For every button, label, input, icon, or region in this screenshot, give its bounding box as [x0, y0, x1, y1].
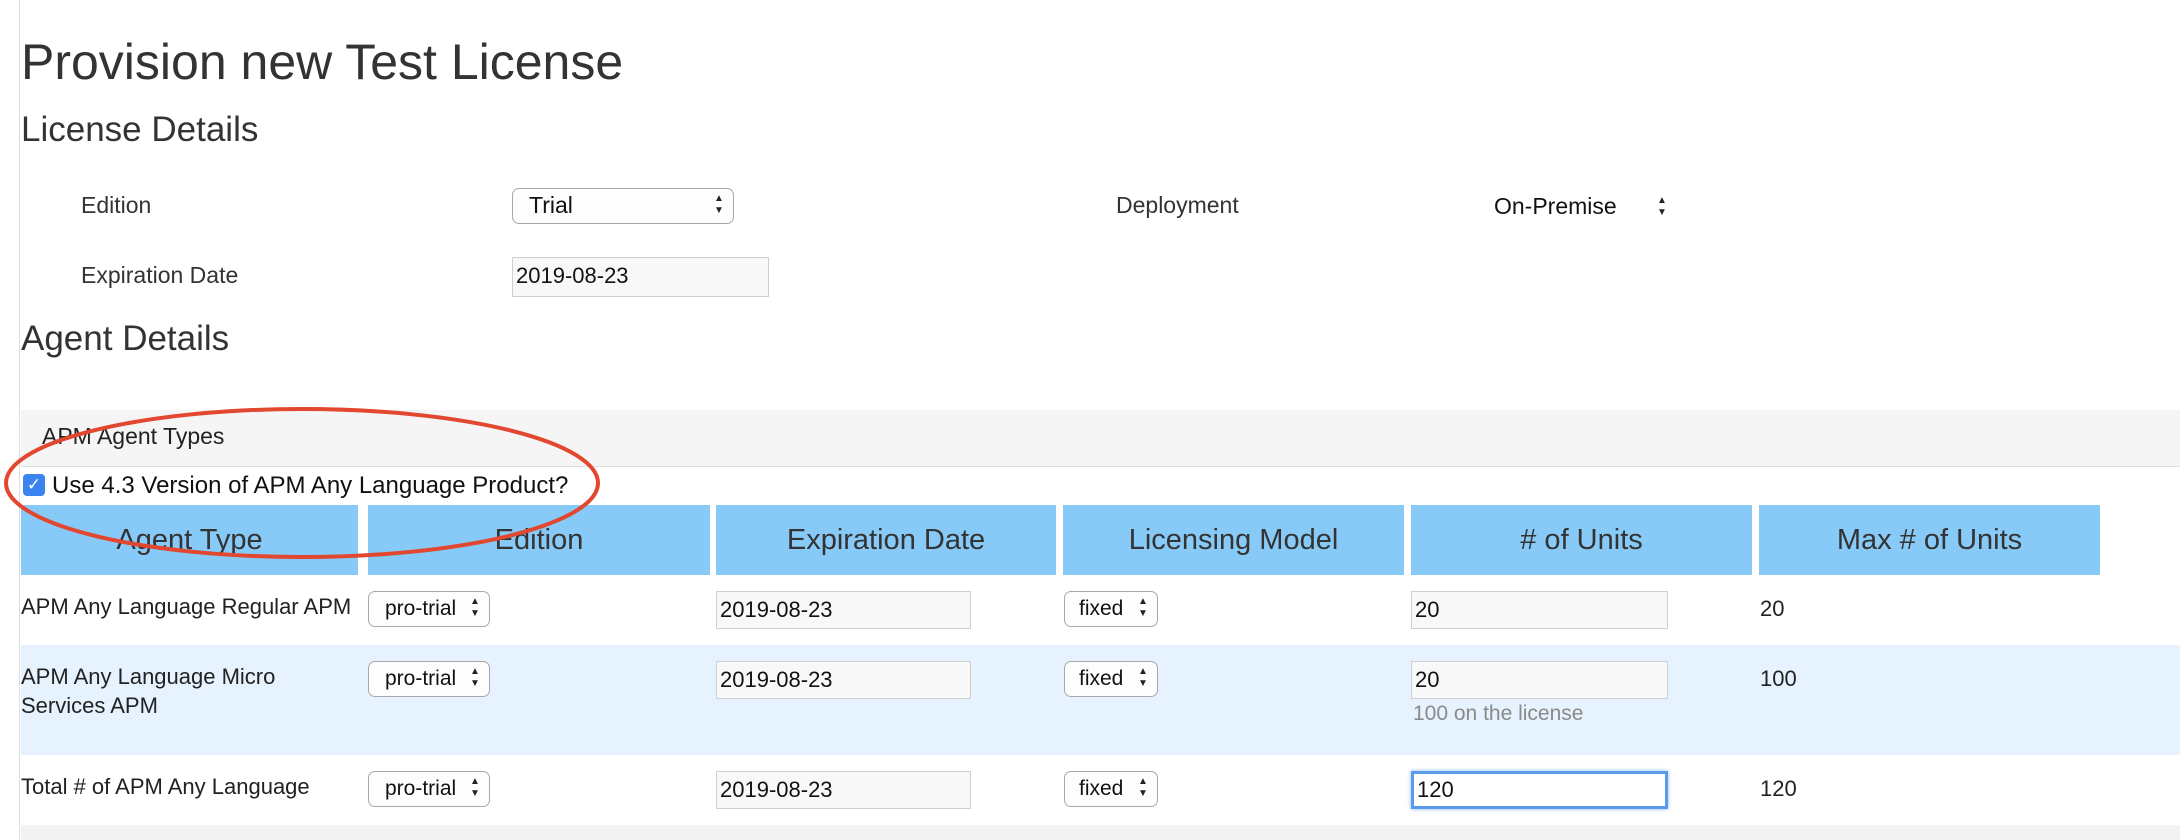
licensing-model-value: fixed — [1079, 667, 1124, 690]
select-arrows-icon: ▲ ▼ — [1657, 195, 1667, 218]
deployment-select[interactable]: On-Premise ▲ ▼ — [1494, 188, 1676, 224]
edition-select[interactable]: pro-trial ▲ ▼ — [368, 771, 490, 807]
units-hint: 100 on the license — [1413, 702, 1584, 725]
agent-type-cell: APM Any Language Regular APM — [21, 594, 352, 619]
deployment-select-value: On-Premise — [1494, 193, 1617, 219]
apm-agent-types-panel-header — [21, 410, 2180, 467]
agent-type-cell-line2: Services APM — [21, 693, 158, 718]
edition-select[interactable]: Trial ▲ ▼ — [512, 188, 734, 224]
agent-details-heading: Agent Details — [21, 319, 230, 358]
select-arrows-icon: ▲ ▼ — [1138, 596, 1148, 619]
licensing-model-value: fixed — [1079, 597, 1124, 620]
select-arrows-icon: ▲ ▼ — [1138, 666, 1148, 689]
table-footer-strip — [21, 825, 2180, 840]
select-arrows-icon: ▲ ▼ — [470, 666, 480, 689]
edition-select[interactable]: pro-trial ▲ ▼ — [368, 591, 490, 627]
column-header-max-units: Max # of Units — [1759, 505, 2100, 575]
select-arrows-icon: ▲ ▼ — [714, 193, 724, 216]
edition-select-value: Trial — [529, 192, 573, 218]
expiration-date-input[interactable]: 2019-08-23 — [716, 661, 971, 699]
edition-label: Edition — [81, 192, 152, 218]
column-header-edition: Edition — [368, 505, 710, 575]
max-units-value: 100 — [1760, 666, 1797, 691]
max-units-value: 120 — [1760, 776, 1797, 801]
total-units-input[interactable]: 120 — [1411, 771, 1668, 809]
use-43-version-checkbox[interactable]: ✓ — [23, 474, 45, 496]
expiration-date-input[interactable]: 2019-08-23 — [716, 591, 971, 629]
column-header-units: # of Units — [1411, 505, 1752, 575]
licensing-model-select[interactable]: fixed ▲ ▼ — [1064, 591, 1158, 627]
column-header-agent-type: Agent Type — [21, 505, 358, 575]
units-input[interactable]: 20 — [1411, 591, 1668, 629]
licensing-model-value: fixed — [1079, 777, 1124, 800]
agent-type-cell: Total # of APM Any Language — [21, 774, 310, 799]
column-header-licensing-model: Licensing Model — [1063, 505, 1404, 575]
deployment-label: Deployment — [1116, 192, 1239, 218]
licensing-model-select[interactable]: fixed ▲ ▼ — [1064, 661, 1158, 697]
apm-agent-types-title: APM Agent Types — [42, 423, 225, 449]
select-arrows-icon: ▲ ▼ — [470, 776, 480, 799]
column-header-expiration-date: Expiration Date — [716, 505, 1056, 575]
use-43-version-label[interactable]: Use 4.3 Version of APM Any Language Prod… — [52, 470, 568, 502]
agent-type-cell-line1: APM Any Language Micro — [21, 664, 276, 689]
units-input[interactable]: 20 — [1411, 661, 1668, 699]
expiration-date-input[interactable]: 2019-08-23 — [512, 257, 769, 297]
edition-select[interactable]: pro-trial ▲ ▼ — [368, 661, 490, 697]
licensing-model-select[interactable]: fixed ▲ ▼ — [1064, 771, 1158, 807]
license-details-heading: License Details — [21, 110, 259, 149]
expiration-date-input[interactable]: 2019-08-23 — [716, 771, 971, 809]
max-units-value: 20 — [1760, 596, 1785, 621]
select-arrows-icon: ▲ ▼ — [470, 596, 480, 619]
select-arrows-icon: ▲ ▼ — [1138, 776, 1148, 799]
edition-select-value: pro-trial — [385, 777, 457, 800]
page-left-border — [19, 0, 20, 840]
checkmark-icon: ✓ — [26, 475, 42, 494]
expiration-date-label: Expiration Date — [81, 262, 239, 288]
edition-select-value: pro-trial — [385, 597, 457, 620]
page-title: Provision new Test License — [21, 34, 624, 90]
edition-select-value: pro-trial — [385, 667, 457, 690]
